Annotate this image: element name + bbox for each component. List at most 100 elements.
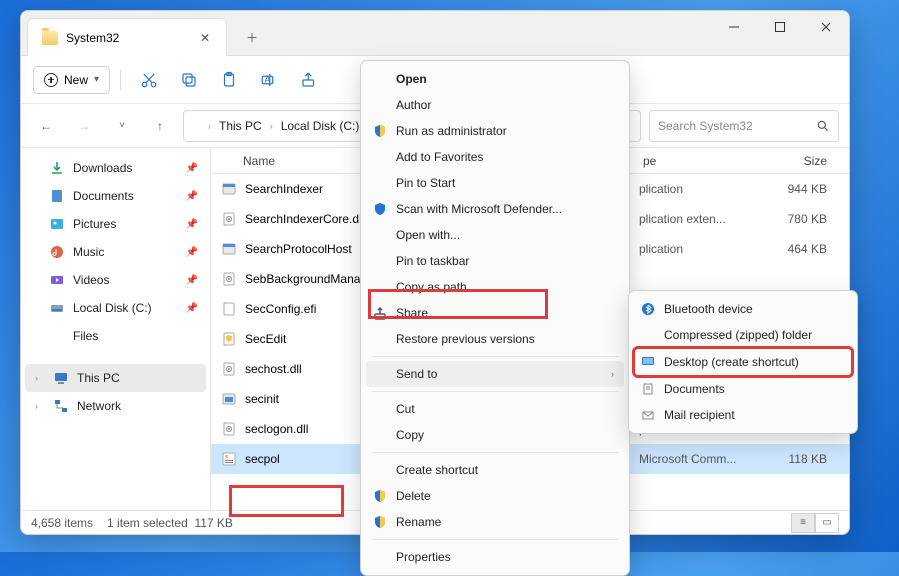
file-name: SecConfig.efi xyxy=(245,302,316,316)
ctx-copy[interactable]: Copy xyxy=(366,422,624,448)
chevron-right-icon: › xyxy=(35,401,45,411)
sidebar-item-label: This PC xyxy=(77,371,120,385)
ctx-pinstart[interactable]: Pin to Start xyxy=(366,170,624,196)
file-size: 944 KB xyxy=(769,182,839,196)
ctx-copypath[interactable]: Copy as path xyxy=(366,274,624,300)
pin-icon: 📌 xyxy=(186,303,198,314)
search-input[interactable]: Search System32 xyxy=(649,110,839,142)
folder-icon xyxy=(190,120,204,132)
ctx-share[interactable]: Share xyxy=(366,300,624,326)
sidebar-item-music[interactable]: Music📌 xyxy=(25,238,206,266)
sidebar-item-label: Pictures xyxy=(73,217,116,231)
chevron-right-icon: › xyxy=(35,373,45,383)
sidebar-item-pictures[interactable]: Pictures 📌 xyxy=(25,210,206,238)
ctx-pintaskbar[interactable]: Pin to taskbar xyxy=(366,248,624,274)
file-icon xyxy=(221,391,237,407)
ctx-author[interactable]: Author xyxy=(366,92,624,118)
sidebar-item-localdisk[interactable]: Local Disk (C:) 📌 xyxy=(25,294,206,322)
doc-icon xyxy=(640,381,656,397)
new-button[interactable]: New ▾ xyxy=(33,66,110,94)
music-icon xyxy=(49,244,65,260)
svg-text:A: A xyxy=(265,74,271,84)
up-button[interactable]: ↑ xyxy=(145,111,175,141)
file-type: plication exten... xyxy=(639,212,769,226)
col-size[interactable]: Size xyxy=(769,154,839,168)
file-name: secinit xyxy=(245,392,279,406)
sidebar-item-documents[interactable]: Documents📌 xyxy=(25,182,206,210)
chevron-down-icon: ▾ xyxy=(94,74,99,85)
chevron-down-history[interactable]: ˅ xyxy=(107,111,137,141)
ctx-shortcut[interactable]: Create shortcut xyxy=(366,457,624,483)
file-size: 780 KB xyxy=(769,212,839,226)
share-icon xyxy=(372,305,388,321)
chevron-right-icon: › xyxy=(208,121,211,131)
sendto-documents[interactable]: Documents xyxy=(634,376,852,402)
shield-icon xyxy=(372,514,388,530)
cut-button[interactable] xyxy=(131,62,167,98)
file-type: plication xyxy=(639,242,769,256)
sidebar-item-videos[interactable]: Videos📌 xyxy=(25,266,206,294)
file-name: SearchIndexer xyxy=(245,182,323,196)
sendto-bluetooth[interactable]: Bluetooth device xyxy=(634,296,852,322)
ctx-open[interactable]: Open xyxy=(366,66,624,92)
folder-icon xyxy=(42,31,58,45)
new-label: New xyxy=(64,73,88,87)
sidebar-item-label: Local Disk (C:) xyxy=(73,301,152,315)
file-size: 464 KB xyxy=(769,242,839,256)
file-name: SearchProtocolHost xyxy=(245,242,352,256)
details-view-button[interactable]: ≡ xyxy=(791,513,815,533)
video-icon xyxy=(49,272,65,288)
sidebar-item-label: Network xyxy=(77,399,121,413)
sidebar: Downloads📌 Documents📌 Pictures 📌 Music📌 V… xyxy=(21,148,211,510)
ctx-sendto[interactable]: Send to› xyxy=(366,361,624,387)
sidebar-item-files[interactable]: Files xyxy=(25,322,206,350)
ctx-runadmin[interactable]: Run as administrator xyxy=(366,118,624,144)
ctx-openwith[interactable]: Open with... xyxy=(366,222,624,248)
close-tab-icon[interactable]: ✕ xyxy=(198,31,212,45)
file-icon xyxy=(221,451,237,467)
ctx-restore[interactable]: Restore previous versions xyxy=(366,326,624,352)
ctx-properties[interactable]: Properties xyxy=(366,544,624,570)
file-type: plication xyxy=(639,182,769,196)
col-type-suffix: pe xyxy=(639,154,769,168)
rename-button[interactable]: A xyxy=(251,62,287,98)
pin-icon: 📌 xyxy=(186,275,198,286)
file-name: sechost.dll xyxy=(245,362,302,376)
zip-icon xyxy=(640,327,656,343)
sidebar-item-downloads[interactable]: Downloads📌 xyxy=(25,154,206,182)
chevron-right-icon: › xyxy=(270,121,273,131)
mail-icon xyxy=(640,407,656,423)
file-icon xyxy=(221,301,237,317)
doc-icon xyxy=(49,188,65,204)
close-window-button[interactable] xyxy=(803,11,849,43)
copy-button[interactable] xyxy=(171,62,207,98)
paste-button[interactable] xyxy=(211,62,247,98)
sendto-desktop[interactable]: Desktop (create shortcut) xyxy=(634,348,852,376)
breadcrumb[interactable]: Local Disk (C:) xyxy=(277,117,364,135)
sidebar-item-thispc[interactable]: › This PC xyxy=(25,364,206,392)
sendto-zip[interactable]: Compressed (zipped) folder xyxy=(634,322,852,348)
ctx-delete[interactable]: Delete xyxy=(366,483,624,509)
maximize-button[interactable] xyxy=(757,11,803,43)
new-tab-button[interactable]: ＋ xyxy=(235,20,269,54)
file-icon xyxy=(221,271,237,287)
file-type: Microsoft Comm... xyxy=(639,452,769,466)
sidebar-item-network[interactable]: › Network xyxy=(25,392,206,420)
ctx-cut[interactable]: Cut xyxy=(366,396,624,422)
minimize-button[interactable] xyxy=(711,11,757,43)
tab-system32[interactable]: System32 ✕ xyxy=(27,18,227,56)
ctx-addfav[interactable]: Add to Favorites xyxy=(366,144,624,170)
file-icon xyxy=(221,421,237,437)
ctx-defender[interactable]: Scan with Microsoft Defender... xyxy=(366,196,624,222)
share-button[interactable] xyxy=(291,62,327,98)
back-button[interactable]: ← xyxy=(31,111,61,141)
forward-button[interactable]: → xyxy=(69,111,99,141)
sendto-submenu: Bluetooth device Compressed (zipped) fol… xyxy=(628,290,858,434)
breadcrumb[interactable]: This PC xyxy=(215,117,266,135)
pin-icon: 📌 xyxy=(186,219,198,230)
shield-icon xyxy=(372,488,388,504)
ctx-rename[interactable]: Rename xyxy=(366,509,624,535)
icons-view-button[interactable]: ▭ xyxy=(815,513,839,533)
sendto-mail[interactable]: Mail recipient xyxy=(634,402,852,428)
file-icon xyxy=(221,211,237,227)
